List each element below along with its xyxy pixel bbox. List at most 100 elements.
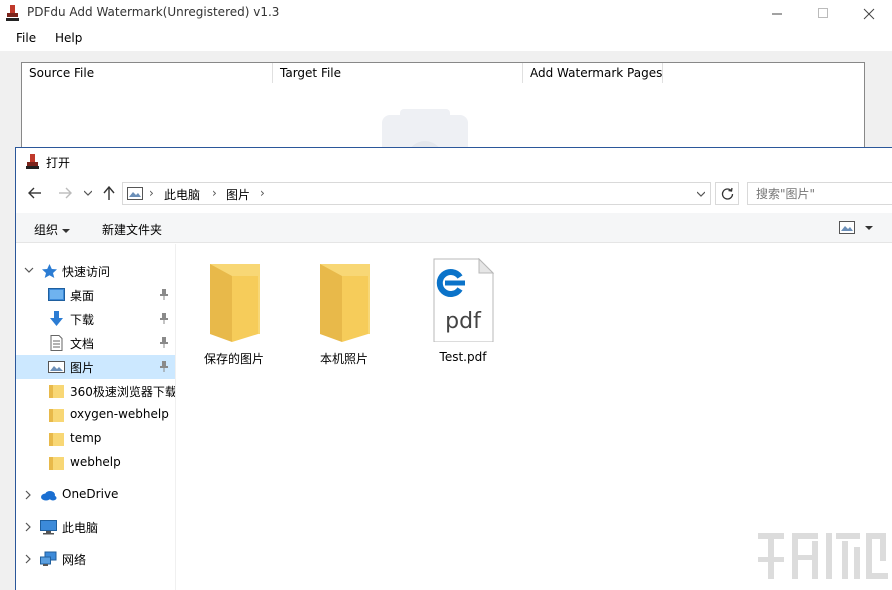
- recent-locations-button[interactable]: [82, 184, 94, 202]
- nav-label: 此电脑: [62, 521, 99, 535]
- stamp-icon: [6, 5, 19, 21]
- breadcrumb-separator: ›: [149, 186, 154, 200]
- maximize-icon: [817, 8, 828, 18]
- network-icon: [40, 551, 57, 566]
- folder-icon: [210, 264, 260, 342]
- close-icon: [863, 8, 875, 19]
- file-name: 本机照片: [319, 352, 368, 366]
- new-folder-button[interactable]: 新建文件夹: [102, 221, 162, 238]
- folder-icon: [49, 409, 64, 422]
- caret-down-icon: [61, 229, 70, 233]
- organize-label: 组织: [34, 223, 59, 237]
- folder-icon: [320, 264, 370, 342]
- caret-down-icon: [865, 226, 873, 230]
- nav-item-folder[interactable]: temp: [16, 427, 175, 451]
- forward-button[interactable]: [56, 184, 74, 202]
- pin-icon[interactable]: [158, 336, 170, 349]
- nav-label: 快速访问: [62, 265, 111, 279]
- column-source-file[interactable]: Source File: [22, 63, 273, 83]
- maximize-button[interactable]: [800, 0, 846, 27]
- chevron-right-icon: [25, 522, 31, 532]
- nav-item-folder[interactable]: oxygen-webhelp: [16, 403, 175, 427]
- back-button[interactable]: [26, 184, 44, 202]
- nav-label: OneDrive: [62, 487, 119, 501]
- chevron-down-icon: [24, 267, 34, 273]
- nav-item-this-pc[interactable]: 此电脑: [16, 515, 175, 539]
- file-name: 保存的图片: [203, 352, 264, 366]
- folder-icon: [49, 457, 64, 470]
- folder-tile[interactable]: 保存的图片: [189, 258, 279, 368]
- pin-icon[interactable]: [158, 288, 170, 301]
- folder-tile[interactable]: 本机照片: [299, 258, 389, 368]
- chevron-down-icon[interactable]: [697, 191, 705, 197]
- chevron-right-icon: [25, 490, 31, 500]
- refresh-icon: [721, 187, 733, 200]
- app-title: PDFdu Add Watermark(Unregistered) v1.3: [27, 5, 280, 19]
- stamp-icon: [26, 154, 39, 169]
- nav-item-downloads[interactable]: 下载: [16, 307, 175, 331]
- desktop-icon: [48, 288, 65, 301]
- nav-item-folder[interactable]: webhelp: [16, 451, 175, 475]
- nav-item-network[interactable]: 网络: [16, 547, 175, 571]
- nav-item-documents[interactable]: 文档: [16, 331, 175, 355]
- app-titlebar: PDFdu Add Watermark(Unregistered) v1.3: [0, 0, 892, 27]
- breadcrumb-separator: ›: [260, 186, 265, 200]
- chevron-right-icon: [25, 554, 31, 564]
- dialog-title: 打开: [46, 156, 71, 170]
- site-watermark-logo: [758, 533, 888, 579]
- nav-label: 网络: [62, 553, 87, 567]
- nav-label: 360极速浏览器下载: [70, 385, 176, 399]
- nav-label: 文档: [70, 337, 95, 351]
- search-input[interactable]: [747, 182, 892, 205]
- star-icon: [42, 264, 57, 278]
- menu-help[interactable]: Help: [55, 31, 82, 45]
- nav-item-folder[interactable]: 360极速浏览器下载: [16, 379, 176, 403]
- close-button[interactable]: [846, 0, 892, 27]
- navigation-pane: 快速访问 桌面 下载 文档 图片 360极速浏览器下载 oxygen-webhe…: [16, 244, 176, 590]
- pdf-file-icon: pdf: [433, 258, 495, 342]
- arrow-left-icon: [28, 187, 41, 199]
- computer-icon: [40, 520, 57, 535]
- address-bar[interactable]: › 此电脑 › 图片 ›: [122, 182, 711, 205]
- download-icon: [50, 311, 63, 326]
- cloud-icon: [41, 491, 57, 501]
- file-name: Test.pdf: [439, 350, 487, 364]
- pin-icon[interactable]: [158, 312, 170, 325]
- nav-label: webhelp: [70, 455, 121, 469]
- nav-item-quick-access[interactable]: 快速访问: [16, 259, 175, 283]
- nav-label: temp: [70, 431, 102, 445]
- menu-file[interactable]: File: [16, 31, 36, 45]
- breadcrumb-this-pc[interactable]: 此电脑: [164, 186, 200, 203]
- minimize-icon: [771, 13, 782, 15]
- open-file-dialog: 打开 › 此电脑 › 图片 › 组织 新建文件夹: [15, 147, 892, 590]
- column-target-file[interactable]: Target File: [273, 63, 523, 83]
- pictures-icon: [127, 187, 143, 200]
- nav-label: 图片: [70, 361, 95, 375]
- nav-item-onedrive[interactable]: OneDrive: [16, 483, 175, 507]
- dialog-toolbar: 组织 新建文件夹: [16, 213, 892, 243]
- minimize-button[interactable]: [754, 0, 800, 27]
- arrow-up-icon: [103, 186, 115, 200]
- folder-icon: [49, 385, 64, 398]
- document-icon: [50, 335, 63, 351]
- view-options-button[interactable]: [839, 221, 875, 235]
- nav-label: oxygen-webhelp: [70, 407, 169, 421]
- arrow-right-icon: [59, 187, 72, 199]
- refresh-button[interactable]: [715, 182, 739, 205]
- pdf-tile[interactable]: pdf Test.pdf: [418, 258, 508, 368]
- svg-text:pdf: pdf: [445, 309, 482, 334]
- nav-item-desktop[interactable]: 桌面: [16, 283, 175, 307]
- menu-bar: File Help: [0, 27, 892, 51]
- nav-item-pictures[interactable]: 图片: [16, 355, 175, 379]
- organize-button[interactable]: 组织: [34, 221, 70, 238]
- nav-label: 桌面: [70, 289, 95, 303]
- column-watermark-pages[interactable]: Add Watermark Pages: [523, 63, 663, 83]
- breadcrumb-pictures[interactable]: 图片: [226, 186, 250, 203]
- pictures-icon: [48, 361, 65, 373]
- nav-label: 下载: [70, 313, 95, 327]
- view-icon: [839, 221, 855, 234]
- breadcrumb-separator: ›: [212, 186, 217, 200]
- up-button[interactable]: [100, 184, 118, 202]
- folder-icon: [49, 433, 64, 446]
- pin-icon[interactable]: [158, 360, 170, 373]
